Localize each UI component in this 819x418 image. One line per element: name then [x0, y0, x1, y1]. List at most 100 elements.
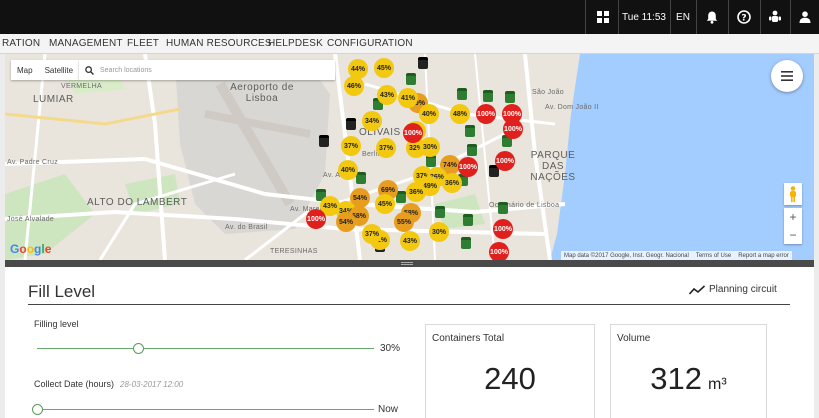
- map-data-credit: Map data ©2017 Google, Inst. Geogr. Naci…: [564, 252, 689, 259]
- fill-level-marker[interactable]: 100%: [403, 123, 423, 143]
- slider-track[interactable]: [37, 348, 374, 349]
- volume-unit: m³: [708, 376, 727, 393]
- fill-level-marker[interactable]: 100%: [306, 209, 326, 229]
- fill-level-marker[interactable]: 43%: [377, 85, 397, 105]
- green-container-icon[interactable]: [483, 90, 493, 102]
- black-container-icon[interactable]: [418, 57, 428, 69]
- fill-level-marker[interactable]: 48%: [450, 104, 470, 124]
- map-label: PARQUE DAS NAÇÕES: [530, 150, 576, 183]
- green-container-icon[interactable]: [467, 144, 477, 156]
- street-view-icon[interactable]: [784, 183, 802, 205]
- fill-level-marker[interactable]: 100%: [503, 119, 523, 139]
- green-container-icon[interactable]: [457, 88, 467, 100]
- fill-level-marker[interactable]: 45%: [374, 58, 394, 78]
- containers-total-card: Containers Total 240: [425, 324, 595, 418]
- nav-item-helpdesk[interactable]: HELPDESK: [268, 38, 323, 49]
- help-icon[interactable]: ?: [730, 0, 758, 34]
- main-nav: RATION MANAGEMENT FLEET HUMAN RESOURCES …: [0, 34, 819, 54]
- fill-level-marker[interactable]: 100%: [476, 104, 496, 124]
- map-type-satellite[interactable]: Satellite: [39, 66, 79, 75]
- fill-level-marker[interactable]: 30%: [420, 137, 440, 157]
- map-label: Av. Dom João II: [545, 104, 599, 111]
- top-bar: Tue 11:53 EN ?: [0, 0, 819, 34]
- zoom-in-button[interactable]: +: [784, 208, 802, 226]
- fill-level-marker[interactable]: 100%: [493, 219, 513, 239]
- people-icon[interactable]: [762, 0, 788, 34]
- apps-grid-icon[interactable]: [590, 0, 616, 34]
- black-container-icon[interactable]: [346, 118, 356, 130]
- fill-level-marker[interactable]: 37%: [376, 138, 396, 158]
- map-type-map[interactable]: Map: [11, 66, 39, 75]
- green-container-icon[interactable]: [505, 91, 515, 103]
- green-container-icon[interactable]: [498, 202, 508, 214]
- bell-icon[interactable]: [698, 0, 726, 34]
- green-container-icon[interactable]: [465, 125, 475, 137]
- fill-level-marker[interactable]: 45%: [375, 194, 395, 214]
- map-label: São João: [532, 89, 564, 96]
- clock: Tue 11:53: [622, 11, 666, 23]
- zoom-out-button[interactable]: −: [784, 226, 802, 244]
- nav-item-management[interactable]: MANAGEMENT: [49, 38, 123, 49]
- nav-item-human-resources[interactable]: HUMAN RESOURCES: [166, 38, 272, 49]
- topbar-separator: [618, 0, 619, 34]
- fill-level-marker[interactable]: 55%: [394, 212, 414, 232]
- map-label: Aeroporto de Lisboa: [230, 82, 294, 104]
- slider-knob[interactable]: [32, 404, 43, 415]
- map-type-toggle: Map Satellite: [11, 60, 80, 80]
- map-attribution: Map data ©2017 Google, Inst. Geogr. Naci…: [561, 251, 792, 260]
- volume-value-row: 312 m³: [611, 361, 766, 397]
- google-logo: Google: [10, 242, 52, 256]
- fill-level-marker[interactable]: 37%: [362, 224, 382, 244]
- fill-level-marker[interactable]: 46%: [344, 76, 364, 96]
- drag-handle-icon[interactable]: [401, 262, 413, 265]
- map-label: VERMELHA: [61, 83, 102, 90]
- filling-level-label: Filling level: [34, 319, 79, 329]
- trend-icon: [689, 284, 705, 295]
- search-input[interactable]: Search locations: [79, 60, 335, 80]
- nav-item-configuration[interactable]: CONFIGURATION: [327, 38, 413, 49]
- card-title: Volume: [617, 333, 651, 344]
- planning-circuit-button[interactable]: Planning circuit: [689, 284, 777, 295]
- nav-item-fleet[interactable]: FLEET: [127, 38, 159, 49]
- map-label: Av. do Brasil: [225, 224, 268, 231]
- map-label: TERESINHAS: [270, 248, 318, 255]
- green-container-icon[interactable]: [406, 73, 416, 85]
- fill-level-marker[interactable]: 100%: [489, 242, 509, 260]
- fill-level-marker[interactable]: 100%: [495, 151, 515, 171]
- fill-level-marker[interactable]: 41%: [398, 88, 418, 108]
- slider-knob[interactable]: [133, 343, 145, 354]
- panel-splitter[interactable]: [5, 260, 814, 267]
- language-selector[interactable]: EN: [672, 0, 694, 34]
- fill-level-marker[interactable]: 34%: [362, 111, 382, 131]
- nav-item-operation[interactable]: RATION: [2, 38, 40, 49]
- fill-level-marker[interactable]: 54%: [336, 212, 356, 232]
- panel-title: Fill Level: [28, 282, 96, 301]
- black-container-icon[interactable]: [319, 135, 329, 147]
- planning-circuit-label: Planning circuit: [709, 284, 777, 295]
- user-icon[interactable]: [792, 0, 818, 34]
- search-icon: [85, 65, 94, 75]
- slider-track[interactable]: [37, 409, 374, 410]
- green-container-icon[interactable]: [435, 206, 445, 218]
- fill-level-marker[interactable]: 100%: [458, 157, 478, 177]
- fill-level-marker[interactable]: 40%: [419, 104, 439, 124]
- report-error-link[interactable]: Report a map error: [738, 253, 789, 259]
- containers-total-value: 240: [484, 361, 536, 396]
- fill-level-marker[interactable]: 36%: [442, 173, 462, 193]
- green-container-icon[interactable]: [461, 237, 471, 249]
- collect-date-label: Collect Date (hours) 28-03-2017 12:00: [34, 379, 183, 389]
- green-container-icon[interactable]: [356, 172, 366, 184]
- fill-level-marker[interactable]: 40%: [338, 160, 358, 180]
- title-divider: [28, 304, 790, 305]
- fill-level-marker[interactable]: 43%: [400, 231, 420, 251]
- fill-level-marker[interactable]: 36%: [406, 182, 426, 202]
- fill-level-marker[interactable]: 37%: [341, 136, 361, 156]
- menu-icon[interactable]: [771, 60, 803, 92]
- map-view[interactable]: VERMELHA LUMIAR Aeroporto de Lisboa Av. …: [5, 54, 814, 260]
- terms-link[interactable]: Terms of Use: [696, 253, 731, 259]
- green-container-icon[interactable]: [463, 214, 473, 226]
- zoom-control: + −: [784, 208, 802, 244]
- search-placeholder: Search locations: [100, 66, 152, 74]
- map-label: LUMIAR: [33, 94, 74, 105]
- fill-level-marker[interactable]: 30%: [429, 222, 449, 242]
